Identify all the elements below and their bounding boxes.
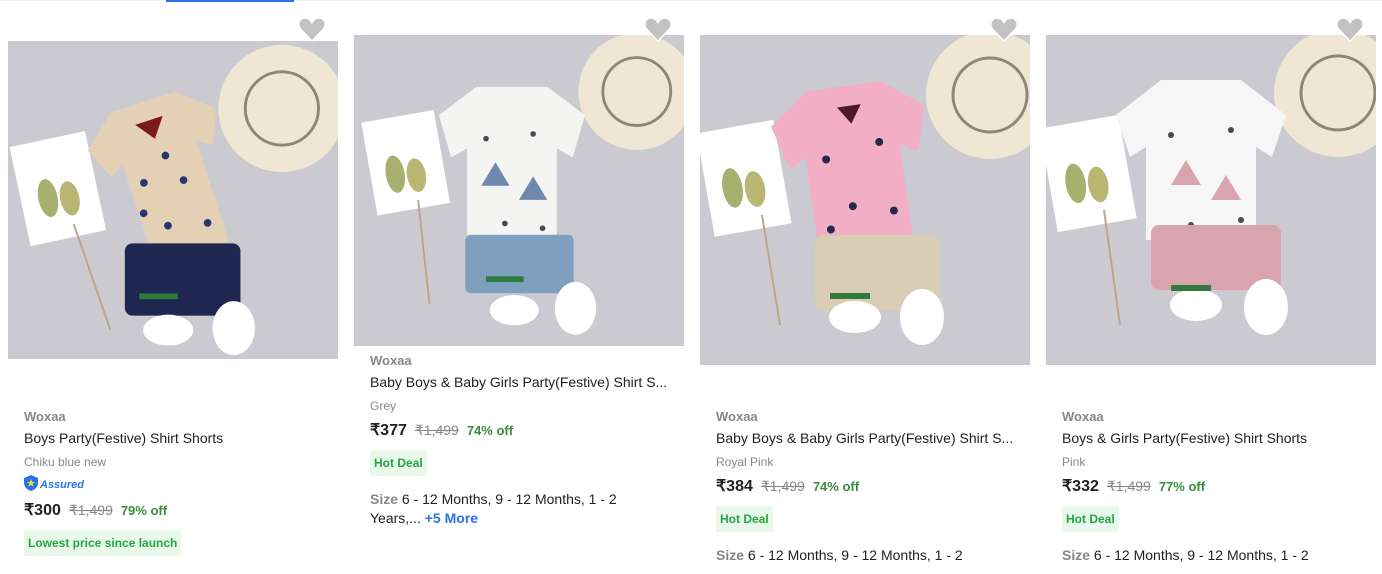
product-image[interactable] <box>700 35 1030 365</box>
price-row: ₹332 ₹1,499 77% off <box>1062 476 1382 498</box>
product-info: Woxaa Boys Party(Festive) Shirt Shorts C… <box>24 408 354 556</box>
size-values: 6 - 12 Months, 9 - 12 Months, 1 - 2 <box>1093 547 1309 563</box>
discount-percent: 74% off <box>812 479 860 494</box>
product-variant: Grey <box>370 399 397 413</box>
product-info: Woxaa Boys & Girls Party(Festive) Shirt … <box>1062 408 1382 565</box>
brand-name: Woxaa <box>716 409 758 424</box>
product-title[interactable]: Boys & Girls Party(Festive) Shirt Shorts <box>1062 428 1362 448</box>
original-price: ₹1,499 <box>68 502 113 518</box>
assured-badge: Assured <box>24 474 354 496</box>
product-card[interactable]: Woxaa Baby Boys & Baby Girls Party(Festi… <box>354 0 700 574</box>
size-values: 6 - 12 Months, 9 - 12 Months, 1 - 2 <box>747 547 963 563</box>
deal-badge: Hot Deal <box>716 506 773 532</box>
deal-badge: Lowest price since launch <box>24 530 182 556</box>
brand-name: Woxaa <box>24 409 66 424</box>
product-card[interactable]: Woxaa Baby Boys & Baby Girls Party(Festi… <box>700 0 1046 574</box>
heart-icon[interactable] <box>644 16 672 42</box>
size-options: Size 6 - 12 Months, 9 - 12 Months, 1 - 2… <box>370 490 630 528</box>
product-variant: Royal Pink <box>716 455 774 469</box>
deal-badge: Hot Deal <box>1062 506 1119 532</box>
product-title[interactable]: Boys Party(Festive) Shirt Shorts <box>24 428 324 448</box>
original-price: ₹1,499 <box>414 422 459 438</box>
heart-icon[interactable] <box>298 16 326 42</box>
price-row: ₹300 ₹1,499 79% off <box>24 500 354 522</box>
product-card[interactable]: Woxaa Boys Party(Festive) Shirt Shorts C… <box>8 0 354 574</box>
selling-price: ₹300 <box>24 502 61 519</box>
size-label: Size <box>1062 547 1091 563</box>
heart-icon[interactable] <box>990 16 1018 42</box>
brand-name: Woxaa <box>370 353 412 368</box>
discount-percent: 74% off <box>466 423 514 438</box>
product-image[interactable] <box>8 41 338 359</box>
price-row: ₹377 ₹1,499 74% off <box>370 420 700 442</box>
size-label: Size <box>370 491 399 507</box>
original-price: ₹1,499 <box>760 478 805 494</box>
selling-price: ₹332 <box>1062 478 1099 495</box>
brand-name: Woxaa <box>1062 409 1104 424</box>
size-label: Size <box>716 547 745 563</box>
product-variant: Chiku blue new <box>24 455 107 469</box>
product-image[interactable] <box>1046 35 1376 365</box>
original-price: ₹1,499 <box>1106 478 1151 494</box>
product-info: Woxaa Baby Boys & Baby Girls Party(Festi… <box>370 352 700 528</box>
product-variant: Pink <box>1062 455 1086 469</box>
discount-percent: 79% off <box>120 503 168 518</box>
price-row: ₹384 ₹1,499 74% off <box>716 476 1046 498</box>
selling-price: ₹377 <box>370 422 407 439</box>
product-title[interactable]: Baby Boys & Baby Girls Party(Festive) Sh… <box>370 372 670 392</box>
discount-percent: 77% off <box>1158 479 1206 494</box>
size-options: Size 6 - 12 Months, 9 - 12 Months, 1 - 2 <box>716 546 976 565</box>
product-info: Woxaa Baby Boys & Baby Girls Party(Festi… <box>716 408 1046 565</box>
assured-shield-icon <box>24 474 38 496</box>
selling-price: ₹384 <box>716 478 753 495</box>
assured-label: Assured <box>40 479 85 491</box>
heart-icon[interactable] <box>1336 16 1364 42</box>
product-title[interactable]: Baby Boys & Baby Girls Party(Festive) Sh… <box>716 428 1016 448</box>
more-sizes-link[interactable]: +5 More <box>425 510 478 526</box>
deal-badge: Hot Deal <box>370 450 427 476</box>
product-card[interactable]: Woxaa Boys & Girls Party(Festive) Shirt … <box>1046 0 1382 574</box>
size-values: 6 - 12 Months, 9 - 12 Months, 1 - 2 Year… <box>370 491 617 526</box>
product-image[interactable] <box>354 35 684 346</box>
size-options: Size 6 - 12 Months, 9 - 12 Months, 1 - 2 <box>1062 546 1322 565</box>
